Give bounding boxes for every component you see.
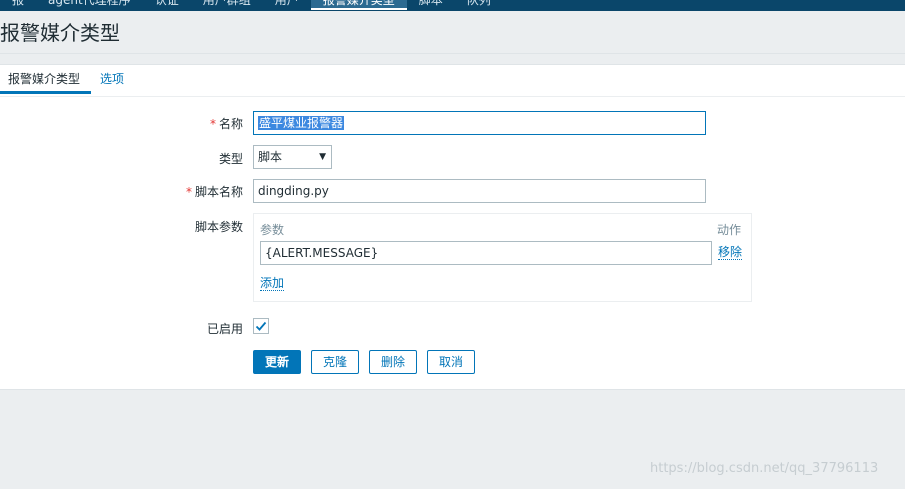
nav-item[interactable]: 队列 (455, 0, 503, 10)
watermark: https://blog.csdn.net/qq_37796113 (650, 461, 879, 476)
name-input[interactable]: 盛平煤业报警器 (253, 111, 706, 135)
script-name-value: dingding.py (258, 184, 329, 198)
enabled-checkbox[interactable] (253, 318, 269, 334)
add-param-link[interactable]: 添加 (260, 276, 285, 291)
nav-item[interactable]: agent代理程序 (36, 0, 143, 10)
script-param-value: {ALERT.MESSAGE} (265, 246, 379, 260)
action-column-header: 动作 (716, 223, 741, 237)
name-label-text: 名称 (218, 117, 243, 131)
script-name-label: * 脚本名称 (0, 183, 243, 200)
check-icon (255, 321, 267, 331)
script-params-label: 脚本参数 (194, 220, 243, 234)
nav-item[interactable]: 脚本 (407, 0, 455, 10)
nav-item[interactable]: 用户群组 (191, 0, 263, 10)
type-select[interactable]: 脚本 ▼ (253, 145, 332, 169)
remove-param-link[interactable]: 移除 (718, 245, 743, 260)
update-button[interactable]: 更新 (253, 350, 301, 374)
page-title: 报警媒介类型 (0, 21, 120, 45)
param-column-header: 参数 (260, 223, 285, 237)
required-mark: * (185, 185, 192, 199)
required-mark: * (209, 117, 216, 131)
enabled-label: 已启用 (206, 322, 243, 336)
top-nav-items: 报 agent代理程序 认证 用户群组 用户 报警媒介类型 脚本 队列 (0, 0, 503, 10)
tab-bar: 报警媒介类型 选项 (0, 65, 905, 97)
title-divider (0, 53, 905, 54)
nav-item[interactable]: 认证 (143, 0, 191, 10)
clone-button[interactable]: 克隆 (311, 350, 359, 374)
script-name-input[interactable]: dingding.py (253, 179, 706, 203)
chevron-down-icon: ▼ (319, 152, 326, 162)
tab-media-type[interactable]: 报警媒介类型 (0, 65, 91, 94)
type-label: 类型 (218, 152, 243, 166)
name-label: * 名称 (0, 115, 243, 132)
script-params-table: 参数 动作 {ALERT.MESSAGE} 移除 添加 (253, 213, 752, 302)
type-select-value: 脚本 (258, 150, 283, 164)
name-input-value: 盛平煤业报警器 (258, 116, 345, 130)
tab-options[interactable]: 选项 (100, 65, 124, 94)
top-navigation-bar: 报 agent代理程序 认证 用户群组 用户 报警媒介类型 脚本 队列 (0, 0, 905, 11)
script-param-input[interactable]: {ALERT.MESSAGE} (260, 241, 712, 265)
nav-item-active[interactable]: 报警媒介类型 (310, 0, 407, 10)
cancel-button[interactable]: 取消 (427, 350, 475, 374)
script-name-label-text: 脚本名称 (194, 185, 243, 199)
delete-button[interactable]: 删除 (369, 350, 417, 374)
nav-item[interactable]: 用户 (263, 0, 311, 10)
nav-item[interactable]: 报 (0, 0, 36, 10)
